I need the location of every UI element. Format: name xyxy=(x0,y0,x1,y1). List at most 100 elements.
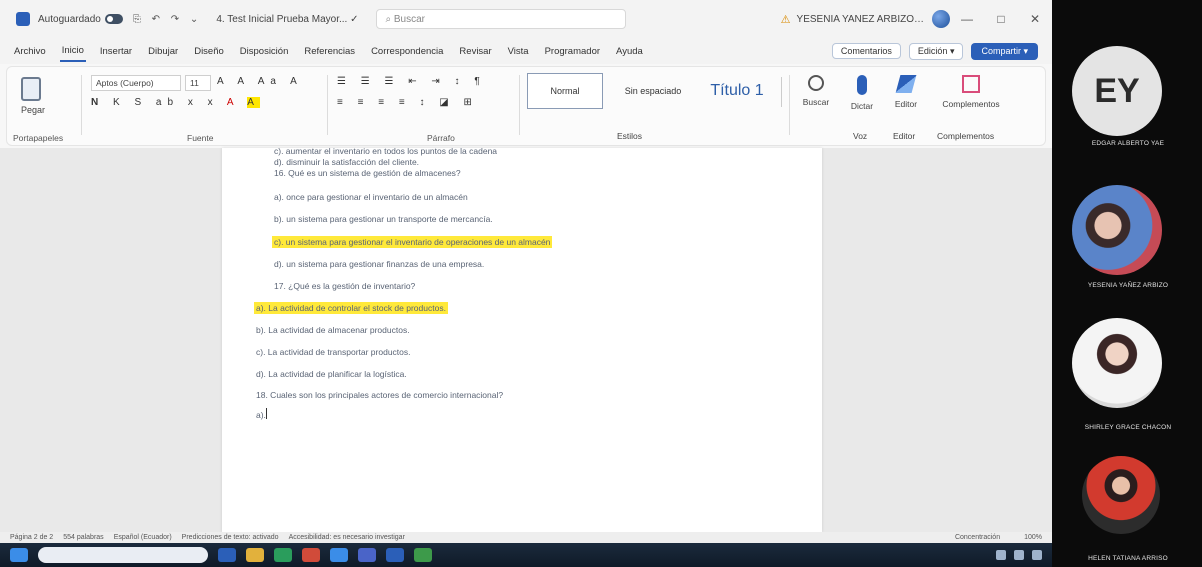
participant-tile[interactable]: SHIRLEY GRACE CHACON xyxy=(1052,280,1202,431)
microphone-icon xyxy=(857,75,867,95)
word-logo-icon xyxy=(16,12,30,26)
title-bar: Autoguardado ⎘ ↶ ↷ ⌄ 4. Test Inicial Pru… xyxy=(0,0,1052,38)
font-name-select[interactable]: Aptos (Cuerpo) xyxy=(91,75,181,91)
editing-mode-button[interactable]: Edición ▾ xyxy=(908,42,964,60)
document-canvas[interactable]: c). aumentar el inventario en todos los … xyxy=(0,146,1052,532)
folder-icon[interactable] xyxy=(246,548,264,562)
teams-icon[interactable] xyxy=(358,548,376,562)
start-icon[interactable] xyxy=(10,548,28,562)
font-size-select[interactable]: 11 xyxy=(185,75,211,91)
warning-icon: ⚠ xyxy=(780,13,791,26)
tab-revisar[interactable]: Revisar xyxy=(457,42,493,61)
doc-line: c). un sistema para gestionar el inventa… xyxy=(272,236,553,248)
search-box[interactable]: ⌕ Buscar xyxy=(376,9,627,29)
doc-line: 17. ¿Qué es la gestión de inventario? xyxy=(274,281,416,291)
app-icon[interactable] xyxy=(218,548,236,562)
avatar xyxy=(1072,318,1162,408)
zoom-level[interactable]: 100% xyxy=(1024,534,1042,541)
share-button[interactable]: Compartir ▾ xyxy=(971,42,1038,60)
font-format-buttons: N K S ab x x A A xyxy=(91,97,260,108)
comments-button[interactable]: Comentarios xyxy=(831,43,901,59)
style-no-spacing[interactable]: Sin espaciado xyxy=(611,73,695,109)
word-window: Autoguardado ⎘ ↶ ↷ ⌄ 4. Test Inicial Pru… xyxy=(0,0,1052,567)
browser-icon[interactable] xyxy=(330,548,348,562)
app-icon[interactable] xyxy=(302,548,320,562)
addins-icon xyxy=(962,75,980,93)
language[interactable]: Español (Ecuador) xyxy=(114,534,172,541)
doc-line: d). disminuir la satisfacción del client… xyxy=(274,157,420,167)
doc-line: a). La actividad de controlar el stock d… xyxy=(254,302,448,314)
participant-tile[interactable]: EY EDGAR ALBERTO YAE xyxy=(1052,0,1202,147)
page-count[interactable]: Página 2 de 2 xyxy=(10,534,53,541)
doc-line: c). aumentar el inventario en todos los … xyxy=(274,146,498,156)
participant-tile[interactable]: HELEN TATIANA ARRISO xyxy=(1052,420,1202,562)
minimize-button[interactable]: — xyxy=(950,12,984,26)
battery-icon[interactable] xyxy=(1032,550,1042,560)
list-buttons[interactable]: ☰ ☰ ☰ ⇤ ⇥ ↕ ¶ xyxy=(337,76,486,87)
dictate-tool[interactable]: Dictar xyxy=(837,75,887,111)
doc-line: 18. Cuales son los principales actores d… xyxy=(256,390,504,400)
highlight-button[interactable]: A xyxy=(247,97,260,108)
highlighted-answer: c). un sistema para gestionar el inventa… xyxy=(272,236,553,248)
profile-avatar[interactable] xyxy=(932,10,950,28)
styles-label: Estilos xyxy=(617,131,643,141)
text-predictions[interactable]: Predicciones de texto: activado xyxy=(182,534,279,541)
tab-correspondencia[interactable]: Correspondencia xyxy=(369,42,445,61)
app-icon[interactable] xyxy=(414,548,432,562)
find-tool[interactable]: Buscar xyxy=(791,75,841,107)
accessibility-status[interactable]: Accesibilidad: es necesario investigar xyxy=(289,534,405,541)
tab-programador[interactable]: Programador xyxy=(543,42,602,61)
font-size-buttons[interactable]: A A Aa A xyxy=(217,76,303,87)
paragraph-group: ☰ ☰ ☰ ⇤ ⇥ ↕ ¶ ≡ ≡ ≡ ≡ ↕ ◪ ⊞ Párrafo xyxy=(337,67,517,147)
editor-tool[interactable]: Editor xyxy=(881,75,931,109)
font-color-button[interactable]: A xyxy=(227,97,239,108)
account-area[interactable]: ⚠ YESENIA YANEZ ARBIZO… xyxy=(781,10,950,28)
doc-line: 16. Qué es un sistema de gestión de alma… xyxy=(274,168,461,178)
doc-line: a). once para gestionar el inventario de… xyxy=(274,192,468,202)
document-page[interactable]: c). aumentar el inventario en todos los … xyxy=(222,146,822,532)
addins-label: Complementos xyxy=(942,99,1000,109)
tab-diseno[interactable]: Diseño xyxy=(192,42,226,61)
document-title[interactable]: 4. Test Inicial Prueba Mayor... ✓ xyxy=(216,14,358,25)
style-heading-1[interactable]: Título 1 xyxy=(697,73,777,109)
tab-dibujar[interactable]: Dibujar xyxy=(146,42,180,61)
word-count[interactable]: 554 palabras xyxy=(63,534,103,541)
tab-disposicion[interactable]: Disposición xyxy=(238,42,291,61)
close-button[interactable]: ✕ xyxy=(1018,12,1052,26)
word-icon[interactable] xyxy=(386,548,404,562)
app-icon[interactable] xyxy=(274,548,292,562)
tab-insertar[interactable]: Insertar xyxy=(98,42,134,61)
focus-mode[interactable]: Concentración xyxy=(955,534,1000,541)
taskbar-search[interactable] xyxy=(38,547,208,563)
user-name: YESENIA YANEZ ARBIZO… xyxy=(796,13,924,25)
style-normal[interactable]: Normal xyxy=(527,73,603,109)
tab-ayuda[interactable]: Ayuda xyxy=(614,42,645,61)
ribbon-tabs: Archivo Inicio Insertar Dibujar Diseño D… xyxy=(0,38,1052,64)
format-buttons[interactable]: K S ab x x xyxy=(113,97,219,108)
paragraph-label: Párrafo xyxy=(427,133,455,143)
avatar xyxy=(1072,185,1162,275)
wifi-icon[interactable] xyxy=(996,550,1006,560)
maximize-button[interactable]: □ xyxy=(984,12,1018,26)
divider xyxy=(519,75,520,135)
tab-archivo[interactable]: Archivo xyxy=(12,42,48,61)
styles-gallery: Normal Sin espaciado Título 1 xyxy=(527,73,787,113)
align-buttons[interactable]: ≡ ≡ ≡ ≡ ↕ ◪ ⊞ xyxy=(337,97,478,108)
doc-line: d). La actividad de planificar la logíst… xyxy=(256,369,407,379)
autosave-toggle[interactable] xyxy=(104,14,123,24)
tab-referencias[interactable]: Referencias xyxy=(302,42,357,61)
doc-line: d). un sistema para gestionar finanzas d… xyxy=(274,259,485,269)
font-group: Aptos (Cuerpo) 11 A A Aa A N K S ab x x … xyxy=(7,67,337,147)
divider xyxy=(327,75,328,135)
doc-line: c). La actividad de transportar producto… xyxy=(256,347,411,357)
participant-tile[interactable]: YESENIA YAÑEZ ARBIZO xyxy=(1052,140,1202,289)
text-cursor xyxy=(266,408,267,419)
autosave-label: Autoguardado xyxy=(38,13,101,25)
addins-tool[interactable]: Complementos xyxy=(931,75,1011,109)
bold-button[interactable]: N xyxy=(91,97,104,108)
volume-icon[interactable] xyxy=(1014,550,1024,560)
avatar xyxy=(1082,456,1160,534)
tab-inicio[interactable]: Inicio xyxy=(59,41,86,62)
quick-access-icons[interactable]: ⎘ ↶ ↷ ⌄ xyxy=(133,14,202,25)
tab-vista[interactable]: Vista xyxy=(506,42,531,61)
